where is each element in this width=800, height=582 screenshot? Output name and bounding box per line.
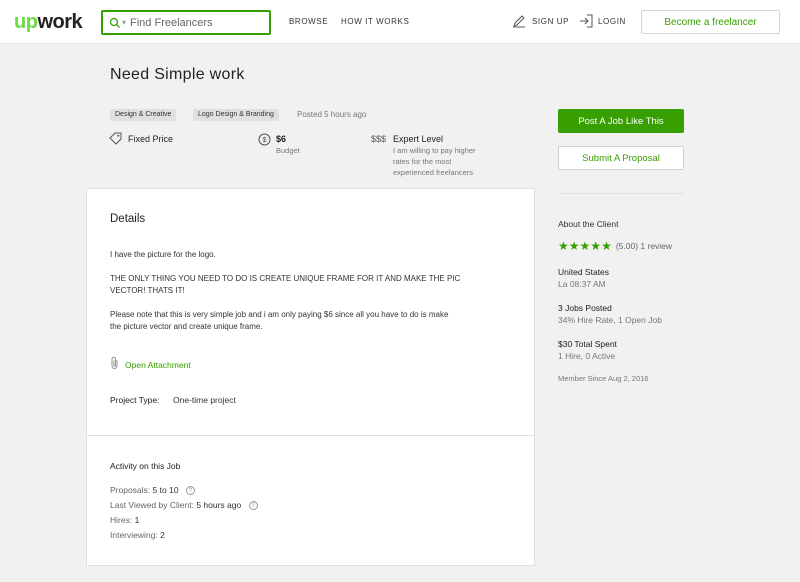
experience-level: Expert Level (393, 134, 444, 144)
job-details-card: Details I have the picture for the logo.… (86, 188, 535, 566)
search-box[interactable]: ▾ (101, 10, 271, 35)
interviewing-value: 2 (160, 530, 165, 540)
hires-label: Hires: (110, 515, 133, 525)
activity-hires: Hires: 1 (110, 515, 139, 525)
last-viewed-label: Last Viewed by Client: (110, 500, 194, 510)
expert-level-icon: $$$ (371, 134, 387, 144)
client-local-time: La 08:37 AM (558, 279, 606, 289)
proposals-label: Proposals: (110, 485, 151, 495)
about-client-heading: About the Client (558, 219, 619, 229)
paperclip-icon (111, 356, 118, 369)
divider (87, 435, 534, 436)
help-icon[interactable]: ? (185, 486, 195, 496)
activity-interviewing: Interviewing: 2 (110, 530, 165, 540)
description-para3-line1: Please note that this is very simple job… (110, 310, 449, 319)
star-icon: ★ (579, 239, 591, 253)
help-icon[interactable]: ? (248, 501, 258, 511)
hires-value: 1 (134, 515, 140, 525)
experience-desc-line2: rates for the most (393, 157, 452, 166)
top-nav-bar: upwork ▾ BROWSE HOW IT WORKS SIGN UP LOG… (0, 0, 800, 44)
interviewing-label: Interviewing: (110, 530, 158, 540)
chevron-down-icon[interactable]: ▾ (122, 18, 126, 27)
client-rating: ★ ★ ★ ★ ★ (5.00) 1 review (558, 240, 672, 252)
client-total-spent: $30 Total Spent (558, 339, 617, 349)
client-hires-active: 1 Hire, 0 Active (558, 351, 616, 361)
login-icon (580, 14, 593, 28)
budget-value: $6 (276, 134, 287, 144)
star-icon: ★ (601, 239, 612, 253)
logo-work-text: work (37, 11, 83, 33)
nav-sign-up[interactable]: SIGN UP (532, 17, 569, 26)
star-icon: ★ (568, 239, 580, 253)
client-country: United States (558, 267, 610, 277)
details-heading: Details (110, 213, 146, 225)
budget-label: Budget (276, 146, 300, 155)
divider (558, 193, 684, 194)
client-hire-rate: 34% Hire Rate, 1 Open Job (558, 315, 662, 325)
search-input[interactable] (130, 16, 261, 29)
job-title: Need Simple work (110, 66, 245, 83)
logo-up-text: up (14, 11, 38, 33)
pencil-icon (513, 15, 525, 28)
open-attachment-link[interactable]: Open Attachment (125, 360, 191, 370)
subcategory-tag[interactable]: Logo Design & Branding (193, 109, 279, 121)
star-icon: ★ (590, 239, 602, 253)
last-viewed-value: 5 hours ago (196, 500, 242, 510)
rating-text: (5.00) 1 review (615, 241, 673, 251)
activity-proposals: Proposals: 5 to 10 ? (110, 485, 195, 496)
nav-how-it-works[interactable]: HOW IT WORKS (341, 17, 409, 26)
post-job-like-this-button[interactable]: Post A Job Like This (558, 109, 684, 133)
proposals-value: 5 to 10 (152, 485, 179, 495)
description-para3-line2: the picture vector and create unique fra… (110, 322, 263, 331)
experience-desc-line3: experienced freelancers (393, 168, 474, 177)
become-freelancer-button[interactable]: Become a freelancer (641, 10, 780, 34)
activity-heading: Activity on this Job (110, 461, 181, 471)
description-para1: I have the picture for the logo. (110, 250, 216, 259)
star-icon: ★ (558, 239, 569, 253)
nav-browse[interactable]: BROWSE (289, 17, 328, 26)
description-para2-line2: VECTOR! THATS IT! (110, 286, 185, 295)
search-icon (109, 17, 120, 28)
dollar-circle-icon: $ (258, 133, 271, 146)
member-since: Member Since Aug 2, 2016 (558, 374, 649, 383)
description-para2-line1: THE ONLY THING YOU NEED TO DO IS CREATE … (110, 274, 461, 283)
client-jobs-posted: 3 Jobs Posted (558, 303, 612, 313)
submit-proposal-button[interactable]: Submit A Proposal (558, 146, 684, 170)
posted-time: Posted 5 hours ago (297, 110, 367, 119)
price-tag-icon (109, 132, 122, 145)
project-type-value: One-time project (173, 395, 236, 405)
activity-last-viewed: Last Viewed by Client: 5 hours ago ? (110, 500, 258, 511)
price-type: Fixed Price (128, 134, 174, 144)
nav-login[interactable]: LOGIN (598, 17, 626, 26)
upwork-logo[interactable]: upwork (14, 11, 83, 34)
svg-text:$: $ (262, 135, 267, 144)
project-type-label: Project Type: (110, 395, 160, 405)
category-tag[interactable]: Design & Creative (110, 109, 177, 121)
experience-desc-line1: I am willing to pay higher (393, 146, 476, 155)
